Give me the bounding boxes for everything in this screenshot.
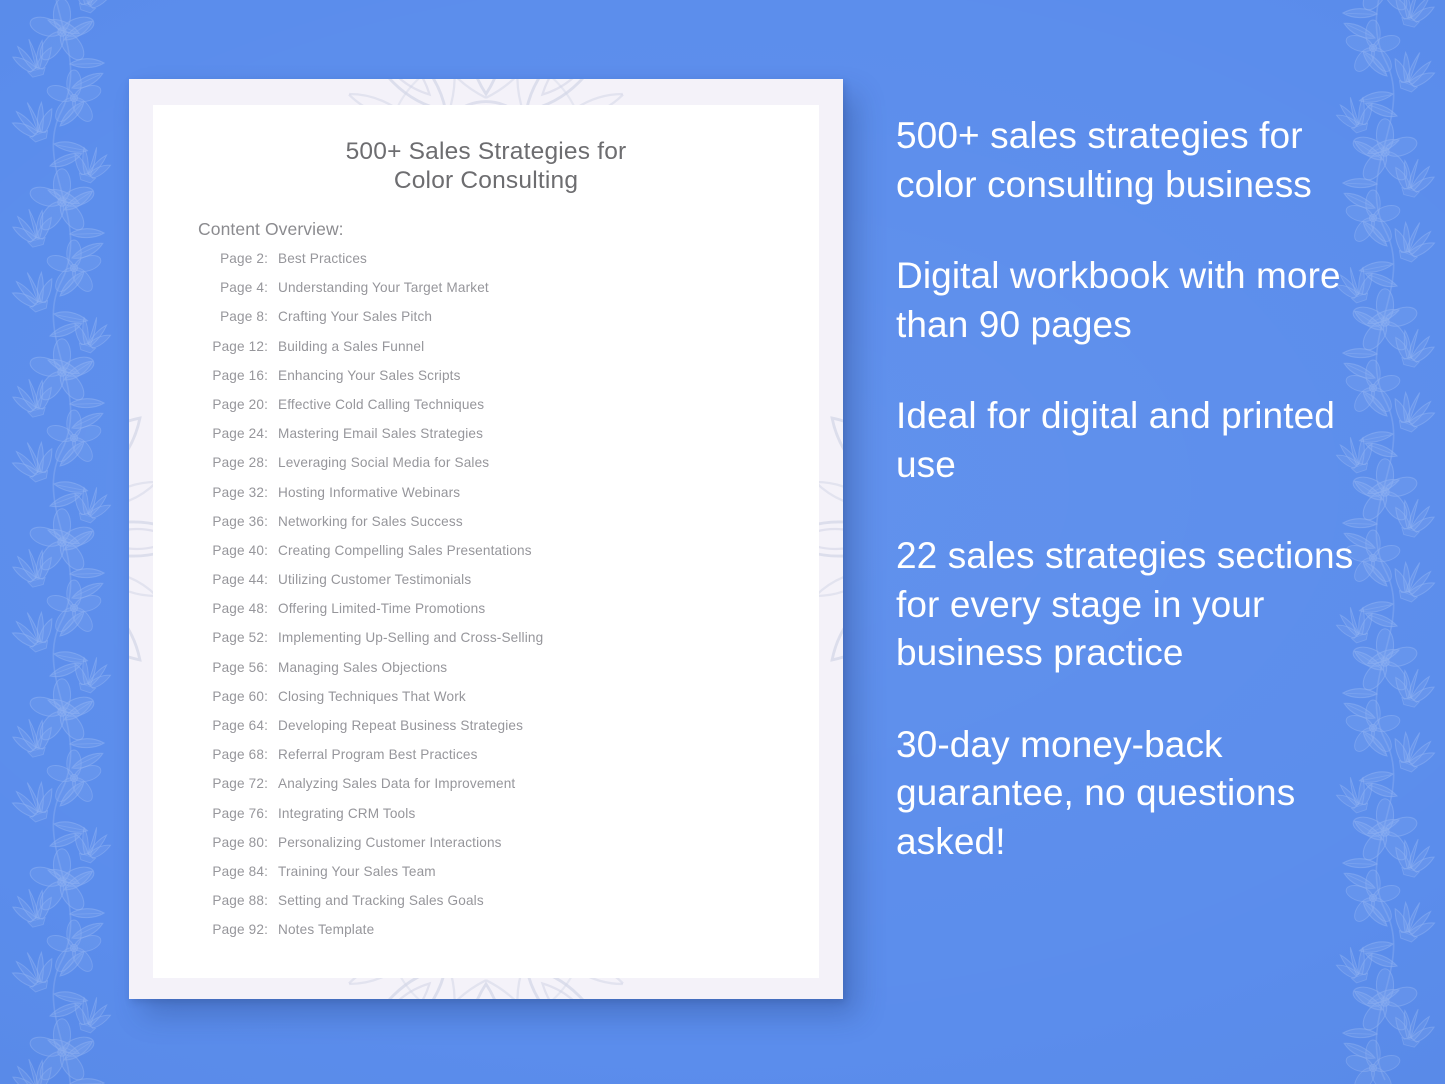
toc-page-number: Page 60: <box>212 688 268 704</box>
toc-page-number: Page 88: <box>212 893 268 909</box>
toc-section-title: Offering Limited-Time Promotions <box>278 601 486 617</box>
toc-row: Page 12: Building a Sales Funnel <box>198 339 795 368</box>
toc-page-number: Page 52: <box>212 630 268 646</box>
toc-section-title: Networking for Sales Success <box>278 513 463 529</box>
toc-page-number: Page 4: <box>220 280 268 296</box>
toc-section-title: Analyzing Sales Data for Improvement <box>278 776 516 792</box>
toc-row: Page 4: Understanding Your Target Market <box>198 280 795 309</box>
toc-page-number: Page 12: <box>212 338 268 354</box>
toc-row: Page 64: Developing Repeat Business Strat… <box>198 718 795 747</box>
marketing-bullet: 500+ sales strategies for color consulti… <box>896 115 1312 205</box>
toc-page-number: Page 24: <box>212 426 268 442</box>
toc-row: Page 28: Leveraging Social Media for Sale… <box>198 455 795 484</box>
toc-section-title: Setting and Tracking Sales Goals <box>278 893 484 909</box>
toc-section-title: Mastering Email Sales Strategies <box>278 426 484 442</box>
toc-page-number: Page 32: <box>212 484 268 500</box>
toc-page-number: Page 8: <box>220 309 268 325</box>
toc-section-title: Understanding Your Target Market <box>278 280 489 296</box>
toc-section-title: Training Your Sales Team <box>278 863 436 879</box>
toc-section-title: Integrating CRM Tools <box>278 805 416 821</box>
toc-page-number: Page 40: <box>212 542 268 558</box>
marketing-bullet: Ideal for digital and printed use <box>896 395 1335 485</box>
toc-section-title: Enhancing Your Sales Scripts <box>278 367 461 383</box>
toc-page-number: Page 84: <box>212 863 268 879</box>
toc-page-number: Page 72: <box>212 776 268 792</box>
toc-section-title: Notes Template <box>278 922 375 938</box>
toc-page-number: Page 64: <box>212 718 268 733</box>
toc-row: Page 36: Networking for Sales Success <box>198 514 795 543</box>
toc-row: Page 24: Mastering Email Sales Strategies <box>198 426 795 455</box>
toc-page-number: Page 16: <box>212 367 268 383</box>
toc-row: Page 80: Personalizing Customer Interacti… <box>198 835 795 864</box>
toc-page-number: Page 92: <box>212 922 268 938</box>
toc-section-title: Referral Program Best Practices <box>278 747 478 763</box>
toc-page-number: Page 44: <box>212 572 268 588</box>
toc-section-title: Implementing Up-Selling and Cross-Sellin… <box>278 630 544 646</box>
toc-row: Page 40: Creating Compelling Sales Presen… <box>198 543 795 572</box>
toc-page-number: Page 36: <box>212 513 268 529</box>
toc-page-number: Page 48: <box>212 601 268 617</box>
toc-section-title: Creating Compelling Sales Presentations <box>278 542 532 558</box>
toc-page-number: Page 2: <box>220 251 268 266</box>
workbook-page-sheet: 500+ Sales Strategies for Color Consulti… <box>153 105 819 978</box>
toc-row: Page 76: Integrating CRM Tools <box>198 806 795 835</box>
toc-section-title: Developing Repeat Business Strategies <box>278 718 524 733</box>
floral-vine-left-icon <box>0 0 142 1084</box>
toc-section-title: Closing Techniques That Work <box>278 688 466 704</box>
toc-section-title: Hosting Informative Webinars <box>278 484 461 500</box>
toc-page-number: Page 20: <box>212 396 268 412</box>
toc-row: Page 92: Notes Template <box>198 922 795 951</box>
toc-row: Page 84: Training Your Sales Team <box>198 864 795 893</box>
toc-section-title: Best Practices <box>278 251 367 266</box>
toc-row: Page 8: Crafting Your Sales Pitch <box>198 309 795 338</box>
toc-page-number: Page 56: <box>212 659 268 675</box>
toc-row: Page 32: Hosting Informative Webinars <box>198 485 795 514</box>
toc-page-number: Page 76: <box>212 805 268 821</box>
content-overview-label: Content Overview: <box>198 219 344 239</box>
toc-section-title: Managing Sales Objections <box>278 659 448 675</box>
toc-section-title: Building a Sales Funnel <box>278 338 425 354</box>
toc-row: Page 56: Managing Sales Objections <box>198 660 795 689</box>
toc-row: Page 60: Closing Techniques That Work <box>198 689 795 718</box>
toc-section-title: Crafting Your Sales Pitch <box>278 309 433 325</box>
toc-page-number: Page 28: <box>212 455 268 471</box>
table-of-contents: Page 2: Best Practices Page 4: Understandin… <box>198 251 795 952</box>
toc-section-title: Effective Cold Calling Techniques <box>278 396 485 412</box>
workbook-card[interactable]: 500+ Sales Strategies for Color Consulti… <box>129 79 843 999</box>
listing-image: 500+ Sales Strategies for Color Consulti… <box>0 0 1445 1084</box>
toc-row: Page 68: Referral Program Best Practices <box>198 747 795 776</box>
marketing-bullet: 30-day money-back guarantee, no question… <box>896 723 1296 862</box>
toc-row: Page 72: Analyzing Sales Data for Improve… <box>198 776 795 805</box>
toc-page-number: Page 80: <box>212 834 268 850</box>
toc-row: Page 44: Utilizing Customer Testimonials <box>198 572 795 601</box>
toc-row: Page 16: Enhancing Your Sales Scripts <box>198 368 795 397</box>
toc-row: Page 88: Setting and Tracking Sales Goals <box>198 893 795 922</box>
toc-row: Page 52: Implementing Up-Selling and Cros… <box>198 630 795 659</box>
toc-row: Page 2: Best Practices <box>198 251 795 280</box>
toc-page-number: Page 68: <box>212 747 268 763</box>
marketing-bullet: 22 sales strategies sections for every s… <box>896 535 1354 673</box>
toc-section-title: Personalizing Customer Interactions <box>278 834 502 850</box>
toc-row: Page 48: Offering Limited-Time Promotions <box>198 601 795 630</box>
page-title: 500+ Sales Strategies for Color Consulti… <box>345 138 627 194</box>
marketing-bullet: Digital workbook with more than 90 pages <box>896 255 1341 345</box>
toc-section-title: Leveraging Social Media for Sales <box>278 455 490 471</box>
marketing-bullet-list: 500+ sales strategies for color consulti… <box>896 112 1366 866</box>
toc-row: Page 20: Effective Cold Calling Technique… <box>198 397 795 426</box>
toc-section-title: Utilizing Customer Testimonials <box>278 572 472 588</box>
